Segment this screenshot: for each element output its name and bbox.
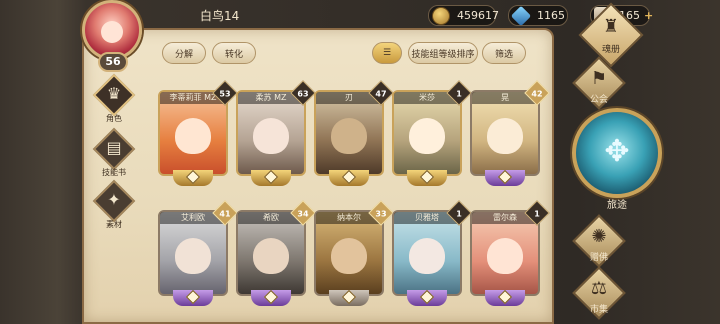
player-avatar[interactable] [82, 0, 142, 60]
filter-button[interactable]: 筛选 [482, 42, 526, 64]
player-level-badge: 56 [98, 52, 128, 72]
avatar-face [101, 21, 123, 43]
rarity-crest [173, 289, 213, 306]
character-card[interactable]: 希欧 34 [236, 200, 316, 306]
character-portrait [331, 238, 367, 274]
rarity-crest [173, 169, 213, 186]
sort-by-skill-level-button[interactable]: 技能组等级排序 [408, 42, 478, 64]
character-card[interactable]: 米莎 1 [392, 80, 472, 186]
character-portrait [253, 238, 289, 274]
rarity-crest [251, 289, 291, 306]
gold-amount: 459617 [457, 9, 499, 22]
market-icon: ⚖ [590, 278, 608, 299]
character-card[interactable]: 李蒂莉菲 MZ 53 [158, 80, 238, 186]
sort-list-icon[interactable]: ☰ [372, 42, 402, 64]
crystal-amount: 1165 [537, 9, 565, 22]
book-icon: ♜ [602, 16, 620, 37]
character-portrait [487, 118, 523, 154]
summon-icon: ✺ [591, 226, 607, 247]
character-portrait [409, 118, 445, 154]
character-portrait [331, 118, 367, 154]
username: 白鸟14 [200, 9, 240, 23]
rarity-crest [407, 289, 447, 306]
crystal-icon [510, 5, 532, 27]
journey-label: 旅途 [607, 200, 627, 211]
side-tab-label: 技能书 [102, 168, 126, 177]
side-tab-skillbook[interactable]: ▤ 技能书 [92, 127, 136, 178]
character-card[interactable]: 雷尔森 1 [470, 200, 550, 306]
rarity-crest [485, 169, 525, 186]
gold-coin-icon [432, 7, 450, 25]
side-tab-label: 角色 [106, 114, 122, 123]
skillbook-icon: ▤ [106, 138, 122, 157]
character-portrait [253, 118, 289, 154]
character-card[interactable]: 柔苏 MZ 63 [236, 80, 316, 186]
side-tab-character[interactable]: ♛ 角色 [92, 73, 136, 124]
character-portrait [487, 238, 523, 274]
convert-button[interactable]: 转化 [212, 42, 256, 64]
journey-icon: ✥ [604, 134, 630, 169]
decompose-button[interactable]: 分解 [162, 42, 206, 64]
side-tab-label: 素材 [106, 220, 122, 229]
side-tab-material[interactable]: ✦ 素材 [92, 179, 136, 230]
character-portrait [409, 238, 445, 274]
gold-counter: 459617 [428, 5, 499, 26]
character-card[interactable]: 晃 42 [470, 80, 550, 186]
character-card[interactable]: 贝雅塔 1 [392, 200, 472, 306]
character-icon: ♛ [106, 84, 122, 103]
rarity-crest [251, 169, 291, 186]
material-icon: ✦ [107, 190, 121, 209]
rarity-crest [407, 169, 447, 186]
rarity-crest [485, 289, 525, 306]
rarity-crest [329, 289, 369, 306]
character-card[interactable]: 刃 47 [314, 80, 394, 186]
character-card[interactable]: 艾利欧 41 [158, 200, 238, 306]
character-card[interactable]: 纳本尔 33 [314, 200, 394, 306]
rarity-crest [329, 169, 369, 186]
journey-button[interactable]: ✥ [572, 108, 662, 198]
top-bar: 白鸟14 459617 1165 165 + [140, 2, 653, 28]
crystal-counter: 1165 [508, 5, 568, 27]
character-portrait [175, 238, 211, 274]
guild-icon: ⚑ [590, 68, 608, 89]
character-portrait [175, 118, 211, 154]
